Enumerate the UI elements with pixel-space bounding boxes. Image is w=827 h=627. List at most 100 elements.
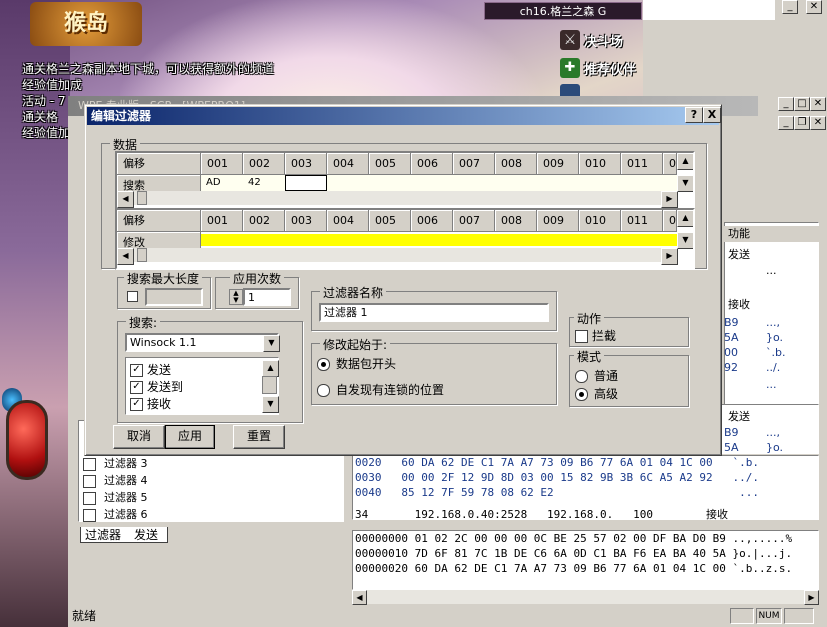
close-button[interactable]: ✕ — [806, 0, 822, 14]
minimize-button[interactable]: _ — [782, 0, 798, 14]
search-api-select[interactable]: Winsock 1.1 — [125, 333, 279, 352]
scroll-right-button[interactable]: ▶ — [661, 191, 678, 208]
chevron-down-icon[interactable]: ▼ — [263, 335, 280, 352]
column-header: 007 — [453, 153, 495, 175]
dialog-close-button[interactable]: X — [703, 107, 721, 123]
list-item: 5A — [724, 331, 739, 344]
scroll-down-button[interactable]: ▼ — [677, 175, 693, 192]
checkbox[interactable] — [83, 491, 96, 505]
list-item[interactable]: 过滤器 5 — [83, 489, 148, 506]
radio-advanced[interactable]: 高级 — [575, 385, 618, 402]
modify-grid[interactable]: 偏移 001 002 003 004 005 006 007 008 009 0… — [115, 208, 695, 270]
scroll-left-button[interactable]: ◀ — [352, 590, 367, 605]
list-item: B9 — [724, 316, 739, 329]
scroll-right-button[interactable]: ▶ — [661, 248, 678, 265]
partner-label: 推荐伙伴 — [584, 62, 637, 78]
list-item: ..., — [766, 316, 780, 329]
list-item[interactable]: 接收 — [728, 296, 750, 312]
offset-header: 偏移 — [117, 153, 201, 175]
scroll-thumb[interactable] — [137, 248, 147, 262]
modify-from-label: 修改起始于: — [320, 336, 391, 353]
scroll-up-button[interactable]: ▲ — [262, 360, 279, 377]
app-close-button[interactable]: ✕ — [810, 97, 826, 111]
radio-normal[interactable]: 普通 — [575, 367, 618, 384]
radio-dot[interactable] — [317, 358, 330, 371]
chat-line: 活动 - 7 — [22, 94, 66, 108]
list-item[interactable]: 过滤器 3 — [83, 455, 148, 472]
edit-filter-dialog: 编辑过滤器 ? X 数据 偏移 001 002 003 004 005 006 … — [84, 104, 722, 456]
list-item[interactable]: 过滤器 6 — [83, 506, 148, 523]
radio-packet-start[interactable]: 数据包开头 — [317, 355, 396, 372]
intercept-checkbox[interactable]: 拦截 — [575, 327, 616, 344]
apply-count-spinner[interactable]: ▲ ▼ — [229, 289, 243, 305]
checkbox[interactable] — [83, 457, 96, 471]
radio-dot[interactable] — [317, 384, 330, 397]
scroll-left-button[interactable]: ◀ — [117, 248, 134, 265]
check-label: 接收 — [147, 397, 172, 411]
checkbox[interactable] — [575, 330, 588, 343]
column-header: 006 — [411, 153, 453, 175]
packet-hex-view[interactable]: 0020 60 DA 62 DE C1 7A A7 73 09 B6 77 6A… — [352, 455, 819, 521]
app-maximize-button[interactable]: □ — [794, 97, 810, 111]
apply-count-field[interactable]: 1 — [243, 288, 291, 306]
list-item[interactable]: ✓ 发送 — [130, 361, 171, 378]
help-button[interactable]: ? — [685, 107, 703, 123]
check-label: 发送到 — [147, 380, 184, 394]
modify-row[interactable] — [201, 234, 677, 246]
child-close-button[interactable]: ✕ — [810, 116, 826, 130]
checkbox[interactable]: ✓ — [130, 398, 143, 411]
checkbox[interactable]: ✓ — [130, 364, 143, 377]
child-restore-button[interactable]: ❐ — [794, 116, 810, 130]
scroll-left-button[interactable]: ◀ — [117, 191, 134, 208]
checkbox[interactable]: ✓ — [130, 381, 143, 394]
cancel-button[interactable]: 取消 — [113, 425, 165, 449]
max-length-checkbox[interactable] — [127, 291, 138, 302]
chat-line: 经验值加 — [22, 126, 71, 140]
scroll-thumb[interactable] — [262, 376, 277, 394]
checkbox[interactable] — [83, 474, 96, 488]
radio-label: 自发现有连锁的位置 — [336, 383, 445, 397]
tab-send[interactable]: 发送 — [130, 527, 170, 543]
shield-plus-icon: ✚ — [560, 58, 580, 78]
search-cell[interactable]: AD — [201, 175, 243, 191]
num-lock-indicator: NUM — [756, 608, 782, 624]
apply-button[interactable]: 应用 — [165, 425, 215, 449]
list-item[interactable]: 过滤器 4 — [83, 472, 148, 489]
dialog-title: 编辑过滤器 — [87, 107, 719, 125]
filter-label: 过滤器 6 — [104, 508, 148, 521]
list-item[interactable]: ✓ 接收 — [130, 395, 171, 412]
list-item[interactable]: 发送 — [728, 408, 750, 424]
scroll-thumb[interactable] — [137, 191, 147, 205]
partner-button[interactable]: ✚ 推荐伙伴 — [560, 58, 636, 78]
radio-found-position[interactable]: 自发现有连锁的位置 — [317, 381, 444, 398]
list-item[interactable]: ✓ 发送到 — [130, 378, 183, 395]
chat-line: 通关格兰之森副本地下城，可以获得额外的频道 — [22, 62, 275, 76]
send-hex-editor[interactable]: 00000000 01 02 2C 00 00 00 0C BE 25 57 0… — [352, 530, 819, 590]
hex-horizontal-scrollbar[interactable] — [352, 590, 819, 604]
search-cell-active[interactable] — [285, 175, 327, 191]
app-minimize-button[interactable]: _ — [778, 97, 794, 111]
filter-name-input[interactable]: 过滤器 1 — [319, 303, 549, 322]
intercept-label: 拦截 — [592, 329, 617, 343]
checkbox[interactable] — [83, 508, 96, 522]
search-grid[interactable]: 偏移 001 002 003 004 005 006 007 008 009 0… — [115, 151, 695, 213]
modify-hscrollbar[interactable] — [117, 248, 677, 262]
radio-dot[interactable] — [575, 370, 588, 383]
scroll-down-button[interactable]: ▼ — [677, 232, 693, 249]
duel-button[interactable]: ⚔ 决斗场 — [560, 30, 623, 50]
scroll-down-button[interactable]: ▼ — [262, 396, 279, 413]
search-type-list: ✓ 发送 ✓ 发送到 ✓ 接收 ▲ ▼ — [125, 357, 279, 415]
scroll-right-button[interactable]: ▶ — [804, 590, 819, 605]
max-length-field[interactable] — [145, 288, 203, 306]
radio-dot[interactable] — [575, 388, 588, 401]
function-column-header: 功能 — [724, 226, 819, 242]
list-item: 00 — [724, 346, 738, 359]
search-hscrollbar[interactable] — [117, 191, 677, 205]
scroll-up-button[interactable]: ▲ — [677, 210, 693, 227]
list-item[interactable]: 发送 — [728, 246, 750, 262]
search-cell[interactable]: 42 — [243, 175, 285, 191]
column-header: 0 — [663, 210, 677, 232]
scroll-up-button[interactable]: ▲ — [677, 153, 693, 170]
reset-button[interactable]: 重置 — [233, 425, 285, 449]
child-minimize-button[interactable]: _ — [778, 116, 794, 130]
